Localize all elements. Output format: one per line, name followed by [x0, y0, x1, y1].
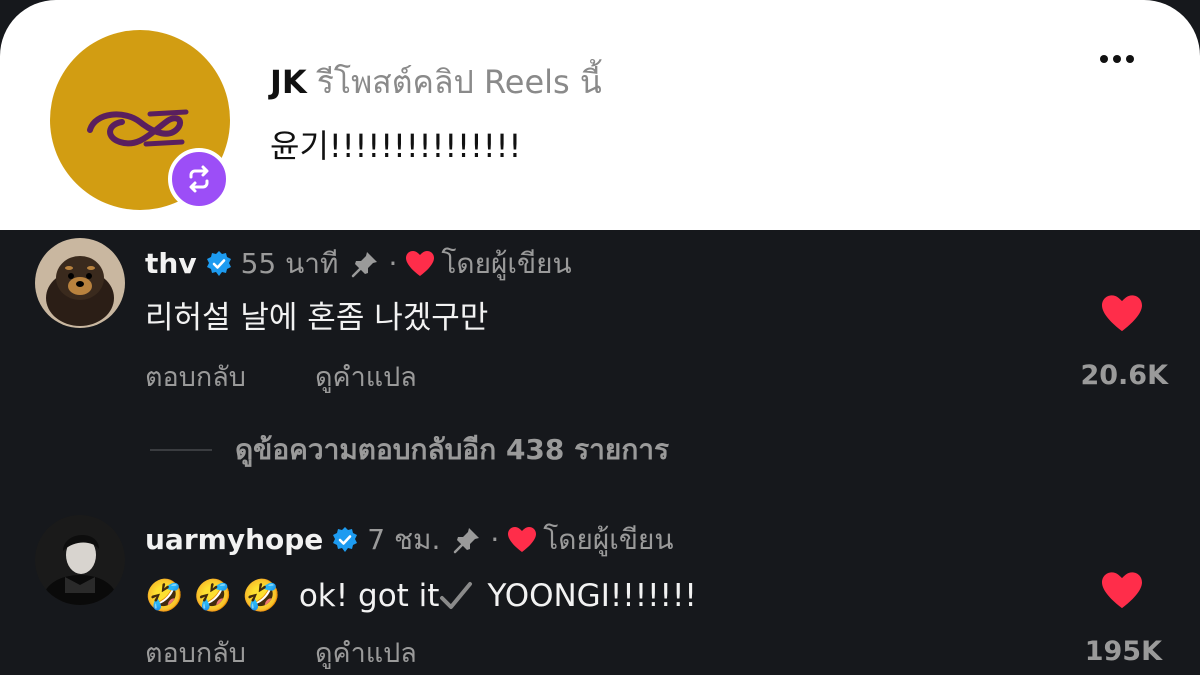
pin-icon	[454, 528, 480, 554]
comment-text-main: ok! got it	[298, 578, 440, 614]
comment-username[interactable]: thv	[145, 244, 197, 284]
liked-by-author-heart-icon	[508, 527, 537, 552]
comment-time: 55 นาที	[240, 247, 339, 280]
comment-avatar-thv[interactable]	[35, 238, 125, 328]
repost-action-text: รีโพสต์คลิป Reels นี้	[316, 63, 602, 101]
like-count: 20.6K	[1080, 360, 1168, 391]
comment-text: 리허설 날에 혼좀 나겠구만	[145, 300, 489, 336]
comment-username[interactable]: uarmyhope	[145, 520, 323, 560]
rofl-emoji-icon: 🤣	[145, 578, 184, 614]
rofl-emoji-icon: 🤣	[193, 578, 233, 614]
replies-divider	[150, 449, 212, 451]
reply-button[interactable]: ตอบกลับ	[145, 634, 246, 674]
rofl-emoji-icon: 🤣	[242, 578, 281, 614]
see-translation-button[interactable]: ดูคำแปล	[315, 358, 417, 398]
check-mark-icon	[440, 582, 473, 609]
verified-badge-icon	[206, 251, 231, 276]
dog-avatar-icon	[35, 238, 125, 328]
comment-avatar-uarmyhope[interactable]	[35, 515, 125, 605]
repost-username[interactable]: JK	[270, 63, 307, 101]
reply-button[interactable]: ตอบกลับ	[145, 358, 246, 398]
liked-by-author-label: โดยผู้เขียน	[543, 523, 674, 556]
comment-text-shout: YOONGI!!!!!!!	[487, 578, 697, 614]
comment-time: 7 ชม.	[367, 523, 441, 556]
like-heart-icon[interactable]	[1100, 294, 1144, 334]
liked-by-author-label: โดยผู้เขียน	[441, 247, 572, 280]
repost-line: JK รีโพสต์คลิป Reels นี้	[270, 60, 602, 104]
like-heart-icon[interactable]	[1100, 571, 1144, 611]
meta-separator: ·	[388, 247, 398, 280]
more-options-icon[interactable]	[1100, 48, 1142, 68]
like-count: 195K	[1084, 636, 1162, 667]
person-avatar-icon	[35, 515, 125, 605]
comment-meta: thv 55 นาที · โดยผู้เขียน	[145, 244, 572, 284]
comment-text: 🤣 🤣 🤣 ok! got it YOONGI!!!!!!!	[145, 574, 697, 618]
pin-icon	[352, 252, 378, 278]
repost-icon	[189, 165, 209, 193]
verified-badge-icon	[333, 527, 358, 552]
repost-header: JK รีโพสต์คลิป Reels นี้ 윤기!!!!!!!!!!!!!!…	[0, 0, 1200, 230]
liked-by-author-heart-icon	[406, 251, 435, 276]
view-more-replies-button[interactable]: ดูข้อความตอบกลับอีก 438 รายการ	[235, 430, 669, 470]
repost-caption: 윤기!!!!!!!!!!!!!!!	[270, 127, 522, 165]
repost-badge	[168, 148, 230, 210]
comment-meta: uarmyhope 7 ชม. · โดยผู้เขียน	[145, 520, 674, 560]
see-translation-button[interactable]: ดูคำแปล	[315, 634, 417, 674]
meta-separator: ·	[490, 523, 500, 556]
